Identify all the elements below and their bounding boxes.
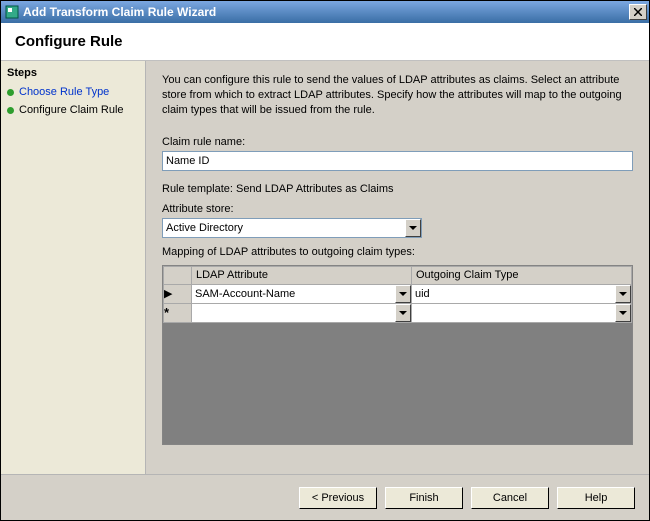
step-bullet-icon: [7, 107, 14, 114]
step-choose-rule-type[interactable]: Choose Rule Type: [1, 83, 145, 101]
row-marker: ▶: [164, 284, 192, 303]
attribute-store-combo[interactable]: [162, 218, 422, 238]
row-marker: *: [164, 303, 192, 322]
button-bar: < Previous Finish Cancel Help: [1, 474, 649, 520]
col-header-claim: Outgoing Claim Type: [412, 266, 632, 284]
claim-rule-name-input[interactable]: [162, 151, 633, 171]
titlebar: Add Transform Claim Rule Wizard: [1, 1, 649, 23]
claim-rule-name-label: Claim rule name:: [162, 136, 633, 148]
step-bullet-icon: [7, 89, 14, 96]
help-button[interactable]: Help: [557, 487, 635, 509]
app-icon: [5, 5, 19, 19]
mapping-table: LDAP Attribute Outgoing Claim Type ▶: [163, 266, 632, 323]
close-button[interactable]: [629, 4, 647, 20]
mapping-grid: LDAP Attribute Outgoing Claim Type ▶: [162, 265, 633, 445]
page-header: Configure Rule: [1, 23, 649, 61]
page-title: Configure Rule: [15, 33, 635, 50]
ldap-attribute-cell[interactable]: [192, 284, 412, 303]
ldap-attribute-input[interactable]: [192, 285, 411, 303]
steps-title: Steps: [1, 63, 145, 83]
finish-button[interactable]: Finish: [385, 487, 463, 509]
steps-sidebar: Steps Choose Rule Type Configure Claim R…: [1, 61, 146, 474]
ldap-attribute-cell[interactable]: [192, 303, 412, 322]
grid-empty-area: [163, 323, 632, 444]
step-configure-claim-rule[interactable]: Configure Claim Rule: [1, 101, 145, 119]
previous-button[interactable]: < Previous: [299, 487, 377, 509]
main-panel: You can configure this rule to send the …: [146, 61, 649, 474]
col-header-ldap: LDAP Attribute: [192, 266, 412, 284]
outgoing-claim-input[interactable]: [412, 304, 631, 322]
outgoing-claim-input[interactable]: [412, 285, 631, 303]
close-icon: [634, 8, 642, 16]
step-label: Configure Claim Rule: [19, 104, 124, 116]
description-text: You can configure this rule to send the …: [162, 73, 633, 118]
mapping-label: Mapping of LDAP attributes to outgoing c…: [162, 246, 633, 258]
rule-template-text: Rule template: Send LDAP Attributes as C…: [162, 183, 633, 195]
window-title: Add Transform Claim Rule Wizard: [23, 5, 629, 19]
step-label: Choose Rule Type: [19, 86, 109, 98]
table-row: *: [164, 303, 632, 322]
outgoing-claim-cell[interactable]: [412, 284, 632, 303]
outgoing-claim-cell[interactable]: [412, 303, 632, 322]
cancel-button[interactable]: Cancel: [471, 487, 549, 509]
table-row: ▶: [164, 284, 632, 303]
table-header-row: LDAP Attribute Outgoing Claim Type: [164, 266, 632, 284]
wizard-body: Steps Choose Rule Type Configure Claim R…: [1, 61, 649, 474]
attribute-store-label: Attribute store:: [162, 203, 633, 215]
attribute-store-value[interactable]: [162, 218, 422, 238]
wizard-window: Add Transform Claim Rule Wizard Configur…: [0, 0, 650, 521]
ldap-attribute-input[interactable]: [192, 304, 411, 322]
row-header-blank: [164, 266, 192, 284]
